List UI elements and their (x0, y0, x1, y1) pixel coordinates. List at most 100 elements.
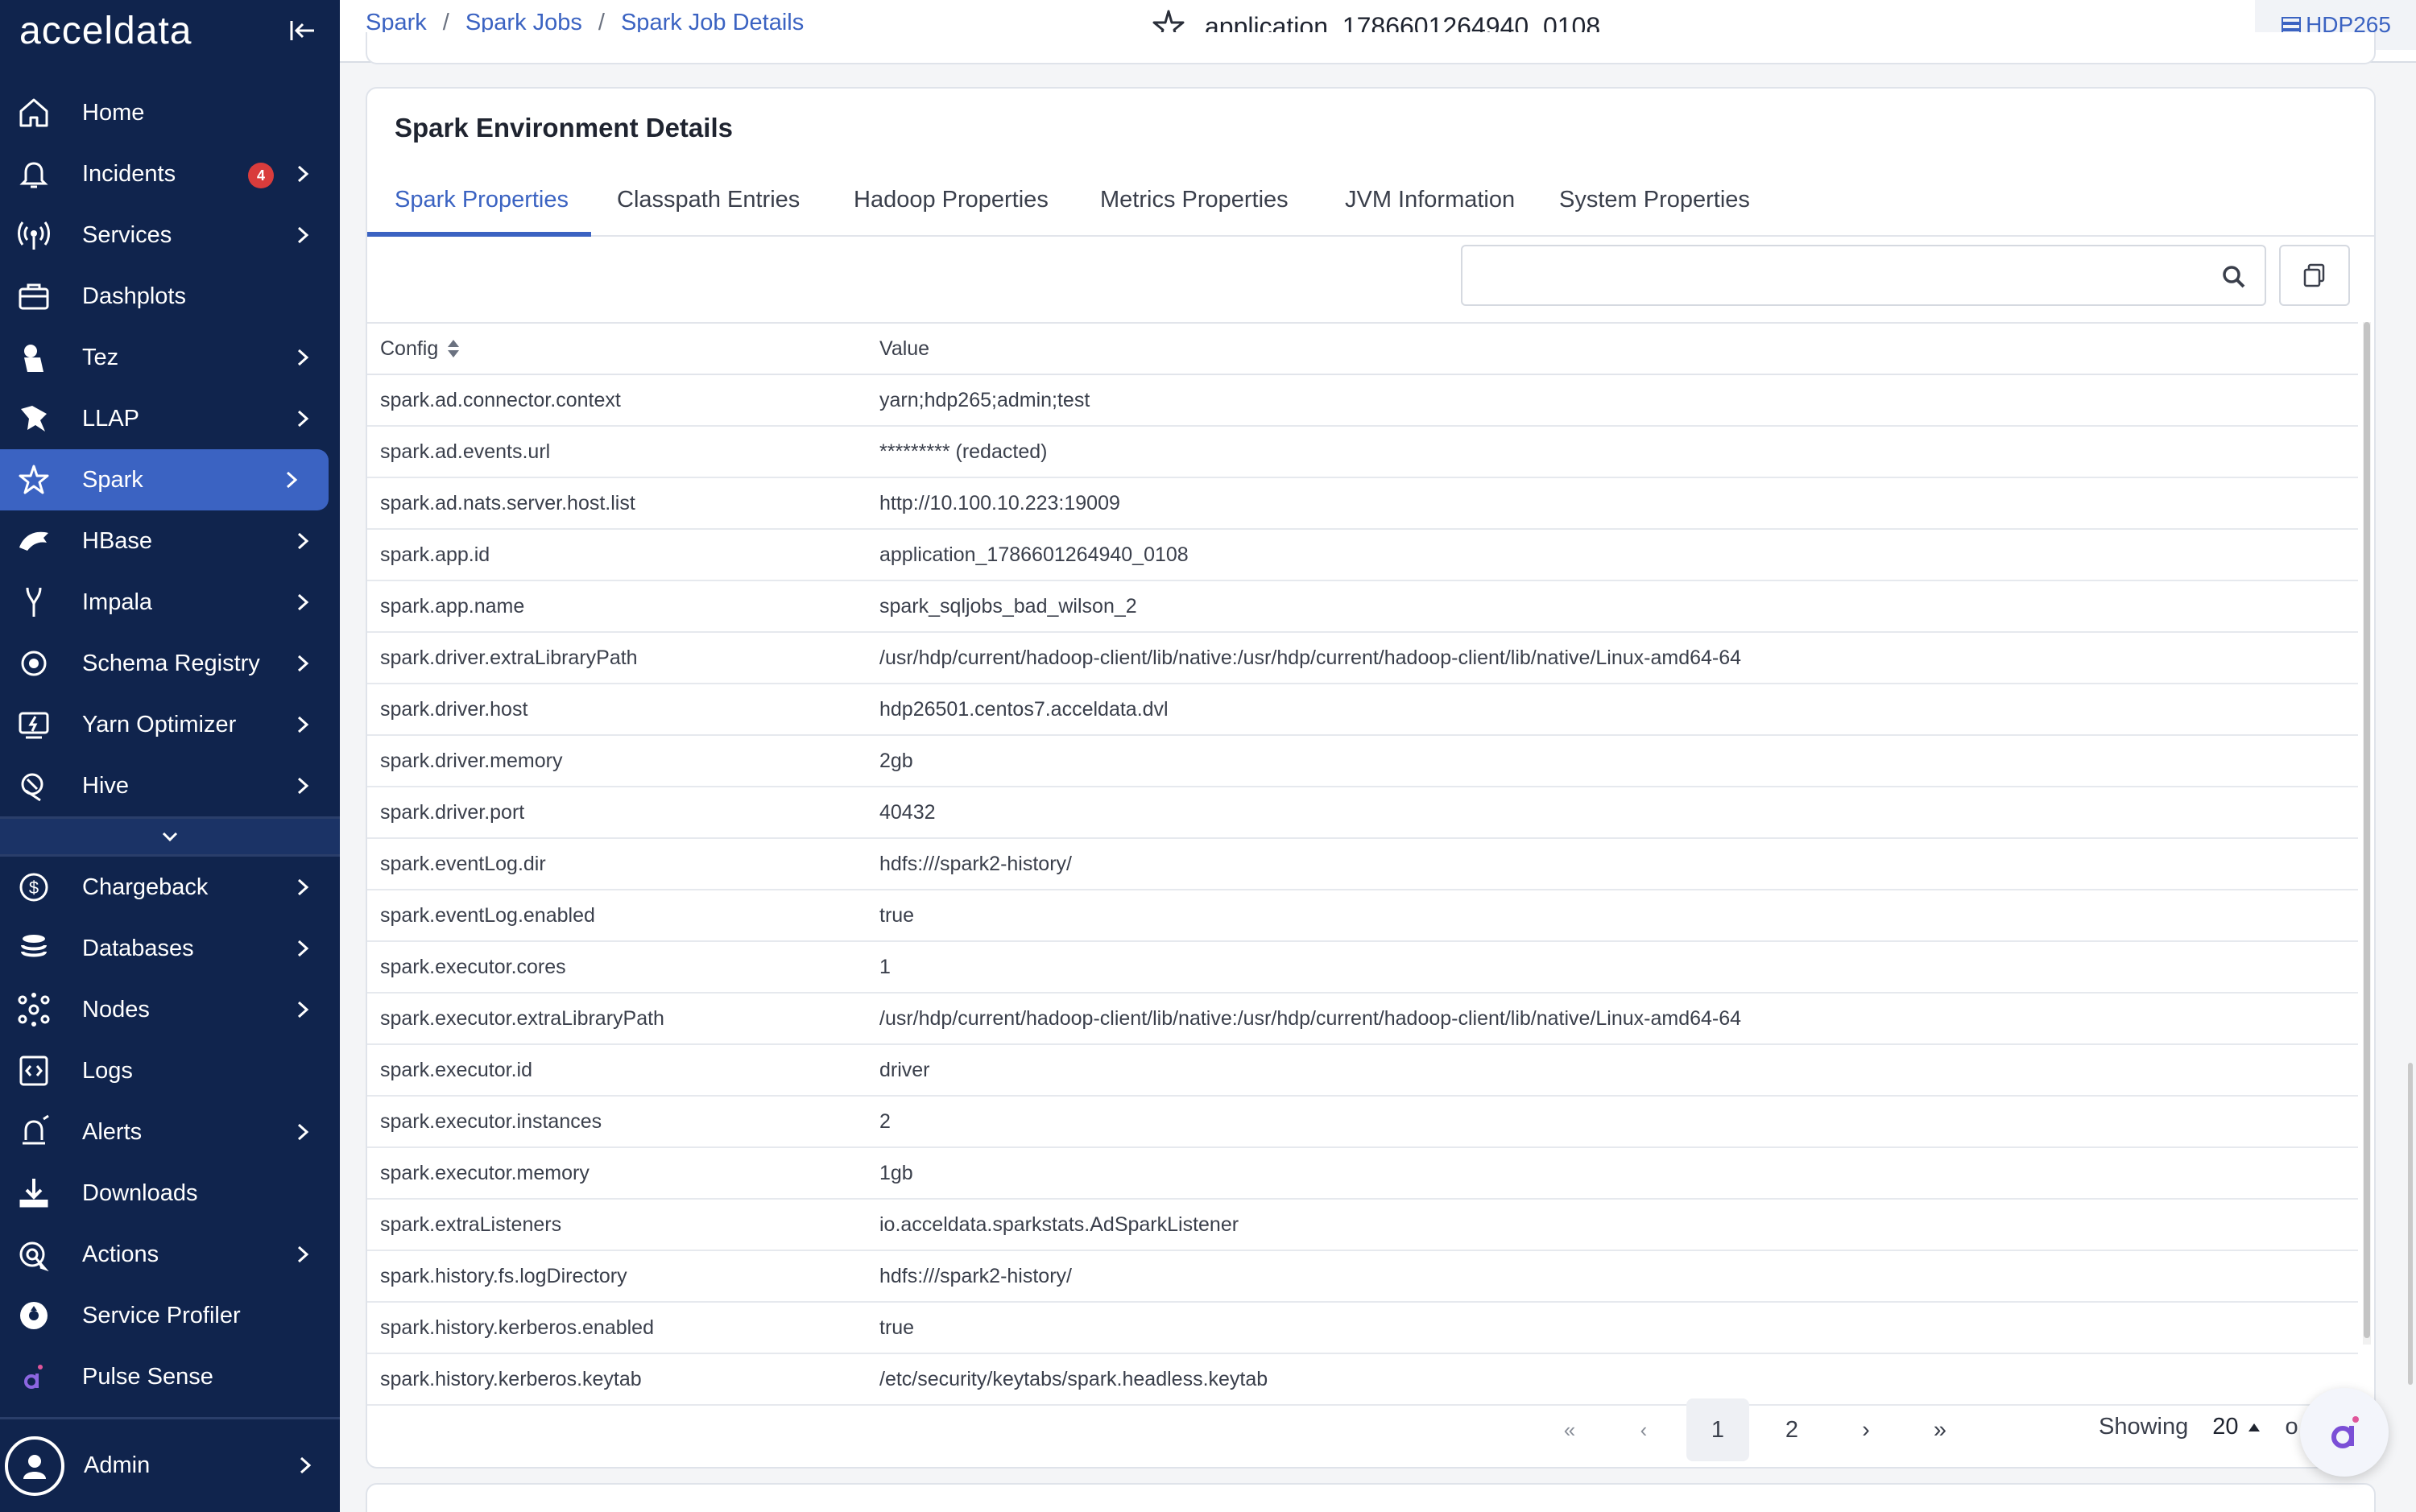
sidebar-item-yarn-optimizer[interactable]: Yarn Optimizer (0, 694, 340, 755)
table-scrollbar[interactable] (2363, 322, 2371, 1345)
card-title: Spark Environment Details (395, 113, 733, 143)
table-row: spark.history.fs.logDirectory hdfs:///spa… (367, 1251, 2358, 1303)
prev-page-button[interactable]: ‹ (1612, 1398, 1675, 1461)
config-key-cell: spark.driver.extraLibraryPath (380, 646, 638, 669)
copy-button[interactable] (2279, 245, 2350, 306)
first-page-button[interactable]: « (1538, 1398, 1601, 1461)
sort-icon[interactable] (446, 338, 461, 359)
spark-environment-card: Spark Environment Details Spark Properti… (366, 87, 2376, 1469)
config-value-cell: /usr/hdp/current/hadoop-client/lib/nativ… (879, 1006, 1742, 1030)
tab-hadoop-properties[interactable]: Hadoop Properties (854, 176, 1049, 237)
avatar (5, 1436, 64, 1496)
config-key-cell: spark.driver.port (380, 800, 525, 824)
column-header-config[interactable]: Config (367, 337, 879, 361)
page-scrollbar[interactable] (2408, 1063, 2413, 1385)
alert-icon (16, 1114, 52, 1150)
sidebar-item-label: Yarn Optimizer (82, 711, 237, 737)
config-header-label: Config (380, 337, 439, 360)
svg-text:$: $ (29, 878, 39, 898)
sidebar-item-downloads[interactable]: Downloads (0, 1163, 340, 1224)
chevron-right-icon (288, 771, 317, 800)
collapse-sidebar-button[interactable] (285, 13, 321, 48)
sidebar-item-schema-registry[interactable]: Schema Registry (0, 633, 340, 694)
table-row: spark.executor.extraLibraryPath/usr/hdp/… (367, 994, 2358, 1045)
page-1-button[interactable]: 1 (1686, 1398, 1749, 1461)
table-row: spark.executor.cores 1 (367, 942, 2358, 994)
sidebar-item-label: Downloads (82, 1179, 198, 1206)
sidebar-item-label: Hive (82, 772, 130, 799)
config-value-cell: io.acceldata.sparkstats.AdSparkListener (879, 1212, 1239, 1236)
spark-icon (16, 462, 52, 498)
config-key-cell: spark.eventLog.enabled (380, 903, 595, 927)
sidebar-item-alerts[interactable]: Alerts (0, 1101, 340, 1163)
sidebar-item-pulse-sense[interactable]: Pulse Sense (0, 1346, 340, 1407)
sidebar-item-databases[interactable]: Databases (0, 918, 340, 979)
table-row: spark.executor.memory 1gb (367, 1148, 2358, 1200)
config-key-cell: spark.executor.memory (380, 1161, 590, 1184)
assistant-button[interactable] (2300, 1388, 2389, 1477)
admin-label: Admin (84, 1452, 151, 1478)
sidebar-item-label: Chargeback (82, 874, 209, 900)
acceldata-logo[interactable]: acceldata (19, 9, 192, 53)
tab-bar: Spark Properties Classpath Entries Hadoo… (367, 176, 2374, 237)
copy-icon (2303, 263, 2325, 287)
database-icon (16, 931, 52, 966)
config-key-cell: spark.driver.memory (380, 749, 563, 772)
sidebar-item-nodes[interactable]: Nodes (0, 979, 340, 1040)
sidebar-item-label: Incidents (82, 160, 176, 187)
sidebar-item-services[interactable]: Services (0, 204, 340, 266)
previous-card (366, 32, 2376, 64)
page-size-select[interactable]: 20 (2212, 1414, 2261, 1440)
properties-table: Config Value spark.ad.connector.context y… (367, 322, 2358, 1473)
sidebar-item-impala[interactable]: Impala (0, 572, 340, 633)
hive-icon (16, 768, 52, 804)
config-value-cell: application_1786601264940_0108 (879, 543, 1189, 566)
tab-jvm-information[interactable]: JVM Information (1345, 176, 1515, 237)
page-2-button[interactable]: 2 (1760, 1398, 1823, 1461)
config-value-cell: hdfs:///spark2-history/ (879, 1264, 1072, 1287)
tab-metrics-properties[interactable]: Metrics Properties (1100, 176, 1289, 237)
sidebar-item-dashplots[interactable]: Dashplots (0, 266, 340, 327)
sidebar-item-actions[interactable]: Actions (0, 1224, 340, 1285)
search-icon[interactable] (2219, 262, 2248, 291)
chevron-right-icon (288, 159, 317, 188)
sidebar-item-logs[interactable]: Logs (0, 1040, 340, 1101)
next-page-button[interactable]: › (1835, 1398, 1897, 1461)
sidebar-item-spark[interactable]: Spark (0, 449, 329, 510)
briefcase-icon (16, 279, 52, 314)
sidebar-item-llap[interactable]: LLAP (0, 388, 340, 449)
sidebar-item-label: Databases (82, 935, 194, 961)
sidebar-item-admin[interactable]: Admin (0, 1417, 340, 1512)
expand-more-button[interactable] (0, 819, 340, 854)
sidebar-item-incidents[interactable]: Incidents 4 (0, 143, 340, 204)
sidebar-item-service-profiler[interactable]: Service Profiler (0, 1285, 340, 1346)
sidebar-item-hbase[interactable]: HBase (0, 510, 340, 572)
tab-spark-properties[interactable]: Spark Properties (367, 176, 591, 237)
last-page-button[interactable]: » (1909, 1398, 1971, 1461)
table-body: spark.ad.connector.context yarn;hdp265;ad… (367, 375, 2358, 1406)
search-input[interactable] (1475, 258, 2200, 293)
chevron-right-icon (288, 221, 317, 250)
home-icon (16, 95, 52, 130)
sidebar-item-hive[interactable]: Hive (0, 755, 340, 816)
sidebar-item-chargeback[interactable]: $ Chargeback (0, 857, 340, 918)
config-key-cell: spark.ad.events.url (380, 440, 551, 463)
tab-system-properties[interactable]: System Properties (1559, 176, 1750, 237)
chevron-right-icon (277, 465, 306, 494)
sidebar: acceldata Home Incidents 4 Services Dashplot… (0, 0, 340, 1512)
search-field[interactable] (1461, 245, 2266, 306)
sidebar-item-label: Home (82, 99, 145, 126)
tab-classpath-entries[interactable]: Classpath Entries (617, 176, 800, 237)
sidebar-item-tez[interactable]: Tez (0, 327, 340, 388)
scrollbar-thumb[interactable] (2364, 322, 2370, 1338)
chevron-right-icon (288, 934, 317, 963)
logs-icon (16, 1053, 52, 1089)
config-value-cell: 1gb (879, 1161, 913, 1184)
chevron-right-icon (288, 1117, 317, 1146)
chevron-down-icon (162, 832, 178, 842)
sidebar-item-home[interactable]: Home (0, 82, 340, 143)
config-value-cell: 1 (879, 955, 891, 978)
page-size-value: 20 (2212, 1414, 2239, 1440)
table-row: spark.history.kerberos.enabled true (367, 1303, 2358, 1354)
schema-icon (16, 646, 52, 681)
